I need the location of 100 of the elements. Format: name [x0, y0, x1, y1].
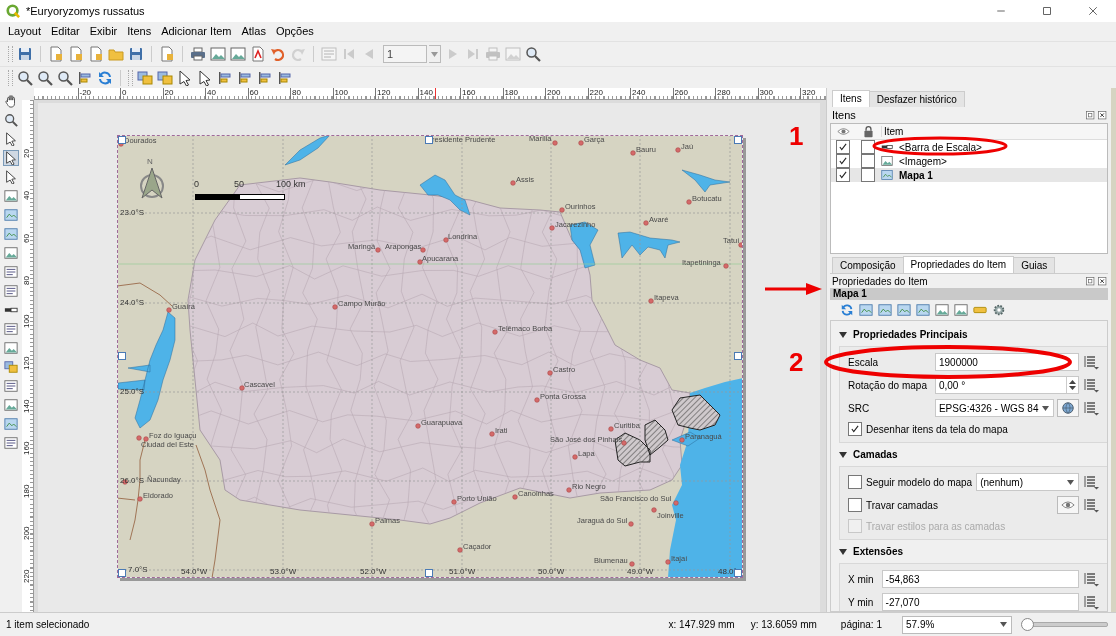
- data-defined-icon[interactable]: [1083, 497, 1100, 514]
- cursor-icon[interactable]: [4, 151, 18, 166]
- spin-field[interactable]: 0,00 °: [934, 376, 1080, 395]
- projection-button[interactable]: [1057, 399, 1080, 418]
- checkbox[interactable]: [848, 475, 862, 490]
- data-defined-icon[interactable]: [1083, 400, 1100, 417]
- collapse-icon[interactable]: [839, 330, 847, 339]
- map-icon[interactable]: [4, 417, 18, 432]
- picture-icon[interactable]: [210, 46, 226, 63]
- page-icon[interactable]: [48, 46, 64, 63]
- close-icon[interactable]: [1097, 275, 1108, 287]
- zoom-dropdown[interactable]: 57.9%: [902, 615, 1012, 634]
- page-icon[interactable]: [88, 46, 104, 63]
- menu-item[interactable]: Editar: [46, 25, 85, 38]
- cursor-icon[interactable]: [177, 69, 193, 86]
- collapse-icon[interactable]: [839, 547, 847, 556]
- tab[interactable]: Desfazer histórico: [868, 91, 965, 108]
- stack-icon[interactable]: [4, 360, 18, 375]
- close-icon[interactable]: [1087, 4, 1099, 17]
- visibility-checkbox[interactable]: [836, 154, 850, 169]
- picture-icon[interactable]: [230, 46, 246, 63]
- printer-icon[interactable]: [190, 46, 206, 63]
- selection-handle[interactable]: [425, 569, 433, 578]
- selection-handle[interactable]: [425, 136, 433, 145]
- selection-handle[interactable]: [734, 136, 742, 145]
- picture-icon[interactable]: [954, 303, 968, 318]
- lock-checkbox[interactable]: [861, 168, 875, 183]
- dropdown-arrow-icon[interactable]: [429, 45, 441, 64]
- hand-icon[interactable]: [4, 94, 18, 109]
- map-icon[interactable]: [878, 303, 892, 318]
- menu-item[interactable]: Exibir: [84, 25, 123, 38]
- map-icon[interactable]: [4, 208, 18, 223]
- page-icon[interactable]: [68, 46, 84, 63]
- menu-item[interactable]: Opções: [270, 25, 319, 38]
- selection-handle[interactable]: [734, 352, 742, 361]
- checkbox[interactable]: [848, 422, 862, 437]
- maximize-icon[interactable]: [1041, 4, 1053, 17]
- data-defined-icon[interactable]: [1083, 474, 1100, 491]
- map-icon[interactable]: [897, 303, 911, 318]
- data-defined-icon[interactable]: [1083, 354, 1100, 371]
- map-icon[interactable]: [916, 303, 930, 318]
- close-icon[interactable]: [1097, 109, 1108, 121]
- magnifier-icon[interactable]: [37, 69, 53, 86]
- zoom-slider-thumb[interactable]: [1021, 618, 1035, 632]
- gear-icon[interactable]: [992, 303, 1006, 318]
- refresh-icon[interactable]: [97, 69, 113, 86]
- picture-icon[interactable]: [4, 341, 18, 356]
- text-frame-icon[interactable]: [4, 265, 18, 280]
- selection-handle[interactable]: [118, 569, 126, 578]
- stack-icon[interactable]: [137, 69, 153, 86]
- checkbox[interactable]: [848, 498, 862, 513]
- refresh-icon[interactable]: [840, 303, 854, 318]
- cursor-icon[interactable]: [4, 132, 18, 147]
- dropdown[interactable]: (nenhum): [976, 473, 1080, 492]
- text-frame-icon[interactable]: [4, 322, 18, 337]
- collapse-icon[interactable]: [839, 450, 847, 459]
- visibility-checkbox[interactable]: [836, 140, 850, 155]
- tab[interactable]: Propriedades do Item: [902, 256, 1015, 274]
- menu-item[interactable]: Itens: [122, 25, 157, 38]
- lock-checkbox[interactable]: [861, 140, 875, 155]
- map-icon[interactable]: [859, 303, 873, 318]
- text-frame-icon[interactable]: [4, 284, 18, 299]
- undo-icon[interactable]: [270, 46, 286, 63]
- float-icon[interactable]: [1085, 109, 1096, 121]
- text-frame-icon[interactable]: [4, 436, 18, 451]
- selection-handle[interactable]: [118, 136, 126, 145]
- pdf-icon[interactable]: [250, 46, 266, 63]
- visibility-checkbox[interactable]: [836, 168, 850, 183]
- picture-icon[interactable]: [4, 246, 18, 261]
- text-field[interactable]: -27,070: [881, 593, 1080, 612]
- cursor-icon[interactable]: [197, 69, 213, 86]
- cursor-icon[interactable]: [4, 170, 18, 185]
- item-row[interactable]: <Barra de Escala>: [831, 140, 1107, 155]
- align-icon[interactable]: [237, 69, 253, 86]
- lock-checkbox[interactable]: [861, 154, 875, 169]
- magnifier-icon[interactable]: [57, 69, 73, 86]
- tab[interactable]: Guias: [1013, 257, 1056, 274]
- magnifier-icon[interactable]: [4, 113, 18, 128]
- map-icon[interactable]: [4, 227, 18, 242]
- menu-item[interactable]: Layout: [3, 25, 47, 38]
- selection-handle[interactable]: [118, 352, 126, 361]
- floppy-icon[interactable]: [17, 46, 33, 63]
- picture-icon[interactable]: [4, 189, 18, 204]
- align-icon[interactable]: [217, 69, 233, 86]
- dropdown[interactable]: EPSG:4326 - WGS 84: [934, 399, 1055, 418]
- tab[interactable]: Composição: [832, 257, 904, 274]
- spinner-arrows-icon[interactable]: [1066, 377, 1079, 394]
- align-icon[interactable]: [277, 69, 293, 86]
- picture-icon[interactable]: [935, 303, 949, 318]
- text-field[interactable]: -54,863: [881, 570, 1080, 589]
- item-row[interactable]: Mapa 1: [831, 168, 1107, 183]
- eye-button[interactable]: [1057, 496, 1080, 515]
- text-field[interactable]: 1900000: [934, 353, 1080, 372]
- selection-handle[interactable]: [734, 569, 742, 578]
- align-icon[interactable]: [77, 69, 93, 86]
- data-defined-icon[interactable]: [1083, 377, 1100, 394]
- text-frame-icon[interactable]: [4, 379, 18, 394]
- floppy-icon[interactable]: [128, 46, 144, 63]
- float-icon[interactable]: [1085, 275, 1096, 287]
- tab[interactable]: Itens: [832, 90, 870, 108]
